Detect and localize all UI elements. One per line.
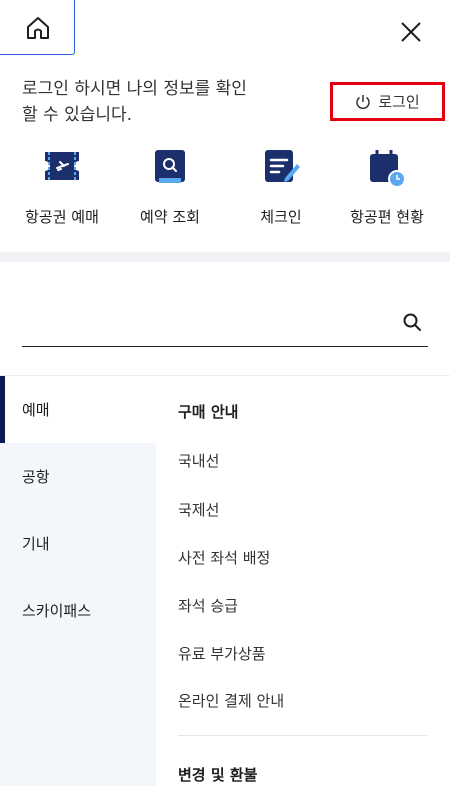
menu-link-seat-upgrade[interactable]: 좌석 승급 xyxy=(178,595,238,616)
login-button-label: 로그인 xyxy=(378,93,420,111)
sidebar-item-label: 공항 xyxy=(22,468,50,486)
quick-item-reservation-label: 예약 조회 xyxy=(140,208,200,226)
quick-item-checkin-label: 체크인 xyxy=(260,208,302,226)
quick-item-flight-status-label: 항공편 현황 xyxy=(350,208,424,226)
menu-search xyxy=(22,300,428,347)
login-message-line1: 로그인 하시면 나의 정보를 확인 xyxy=(22,79,247,99)
sidebar-item-label: 기내 xyxy=(22,535,50,553)
close-button[interactable] xyxy=(396,17,426,47)
sidebar-item-inflight[interactable]: 기내 xyxy=(0,510,156,577)
menu-section-title: 변경 및 환불 xyxy=(178,766,258,784)
menu-link-seat-assignment[interactable]: 사전 좌석 배정 xyxy=(178,547,270,568)
menu-section-title: 구매 안내 xyxy=(178,403,239,421)
home-button[interactable] xyxy=(0,0,75,55)
calendar-clock-icon xyxy=(370,150,406,188)
category-sidebar: 예매 공항 기내 스카이패스 xyxy=(0,376,156,786)
quick-menu: 항공권 예매 예약 조회 체크인 항공편 현황 xyxy=(0,150,450,235)
menu-link-paid-extras[interactable]: 유료 부가상품 xyxy=(178,643,266,664)
sidebar-item-airport[interactable]: 공항 xyxy=(0,443,156,510)
menu-link-international[interactable]: 국제선 xyxy=(178,499,219,520)
search-input[interactable] xyxy=(22,300,392,346)
checkin-icon xyxy=(265,150,300,182)
sidebar-item-label: 예매 xyxy=(22,401,50,419)
menu-link-domestic[interactable]: 국내선 xyxy=(178,450,219,471)
sidebar-item-label: 스카이패스 xyxy=(22,602,92,620)
sidebar-item-skypass[interactable]: 스카이패스 xyxy=(0,577,156,644)
login-message-line2: 할 수 있습니다. xyxy=(22,105,133,125)
section-divider xyxy=(0,252,450,262)
sidebar-item-booking[interactable]: 예매 xyxy=(0,376,156,443)
search-doc-icon xyxy=(155,150,185,183)
login-message: 로그인 하시면 나의 정보를 확인 할 수 있습니다. xyxy=(22,76,302,128)
search-icon[interactable] xyxy=(402,312,422,332)
login-button[interactable]: 로그인 xyxy=(330,82,445,121)
quick-item-ticket[interactable]: 항공권 예매 xyxy=(12,150,112,227)
close-icon xyxy=(401,22,421,42)
quick-item-checkin[interactable]: 체크인 xyxy=(231,150,331,227)
quick-item-reservation[interactable]: 예약 조회 xyxy=(120,150,220,227)
ticket-icon xyxy=(45,152,79,180)
quick-item-ticket-label: 항공권 예매 xyxy=(25,208,99,226)
menu-link-online-payment[interactable]: 온라인 결제 안내 xyxy=(178,690,284,711)
home-icon xyxy=(27,17,49,39)
quick-item-flight-status[interactable]: 항공편 현황 xyxy=(337,150,437,227)
power-icon xyxy=(356,94,371,109)
menu-divider xyxy=(178,735,428,736)
